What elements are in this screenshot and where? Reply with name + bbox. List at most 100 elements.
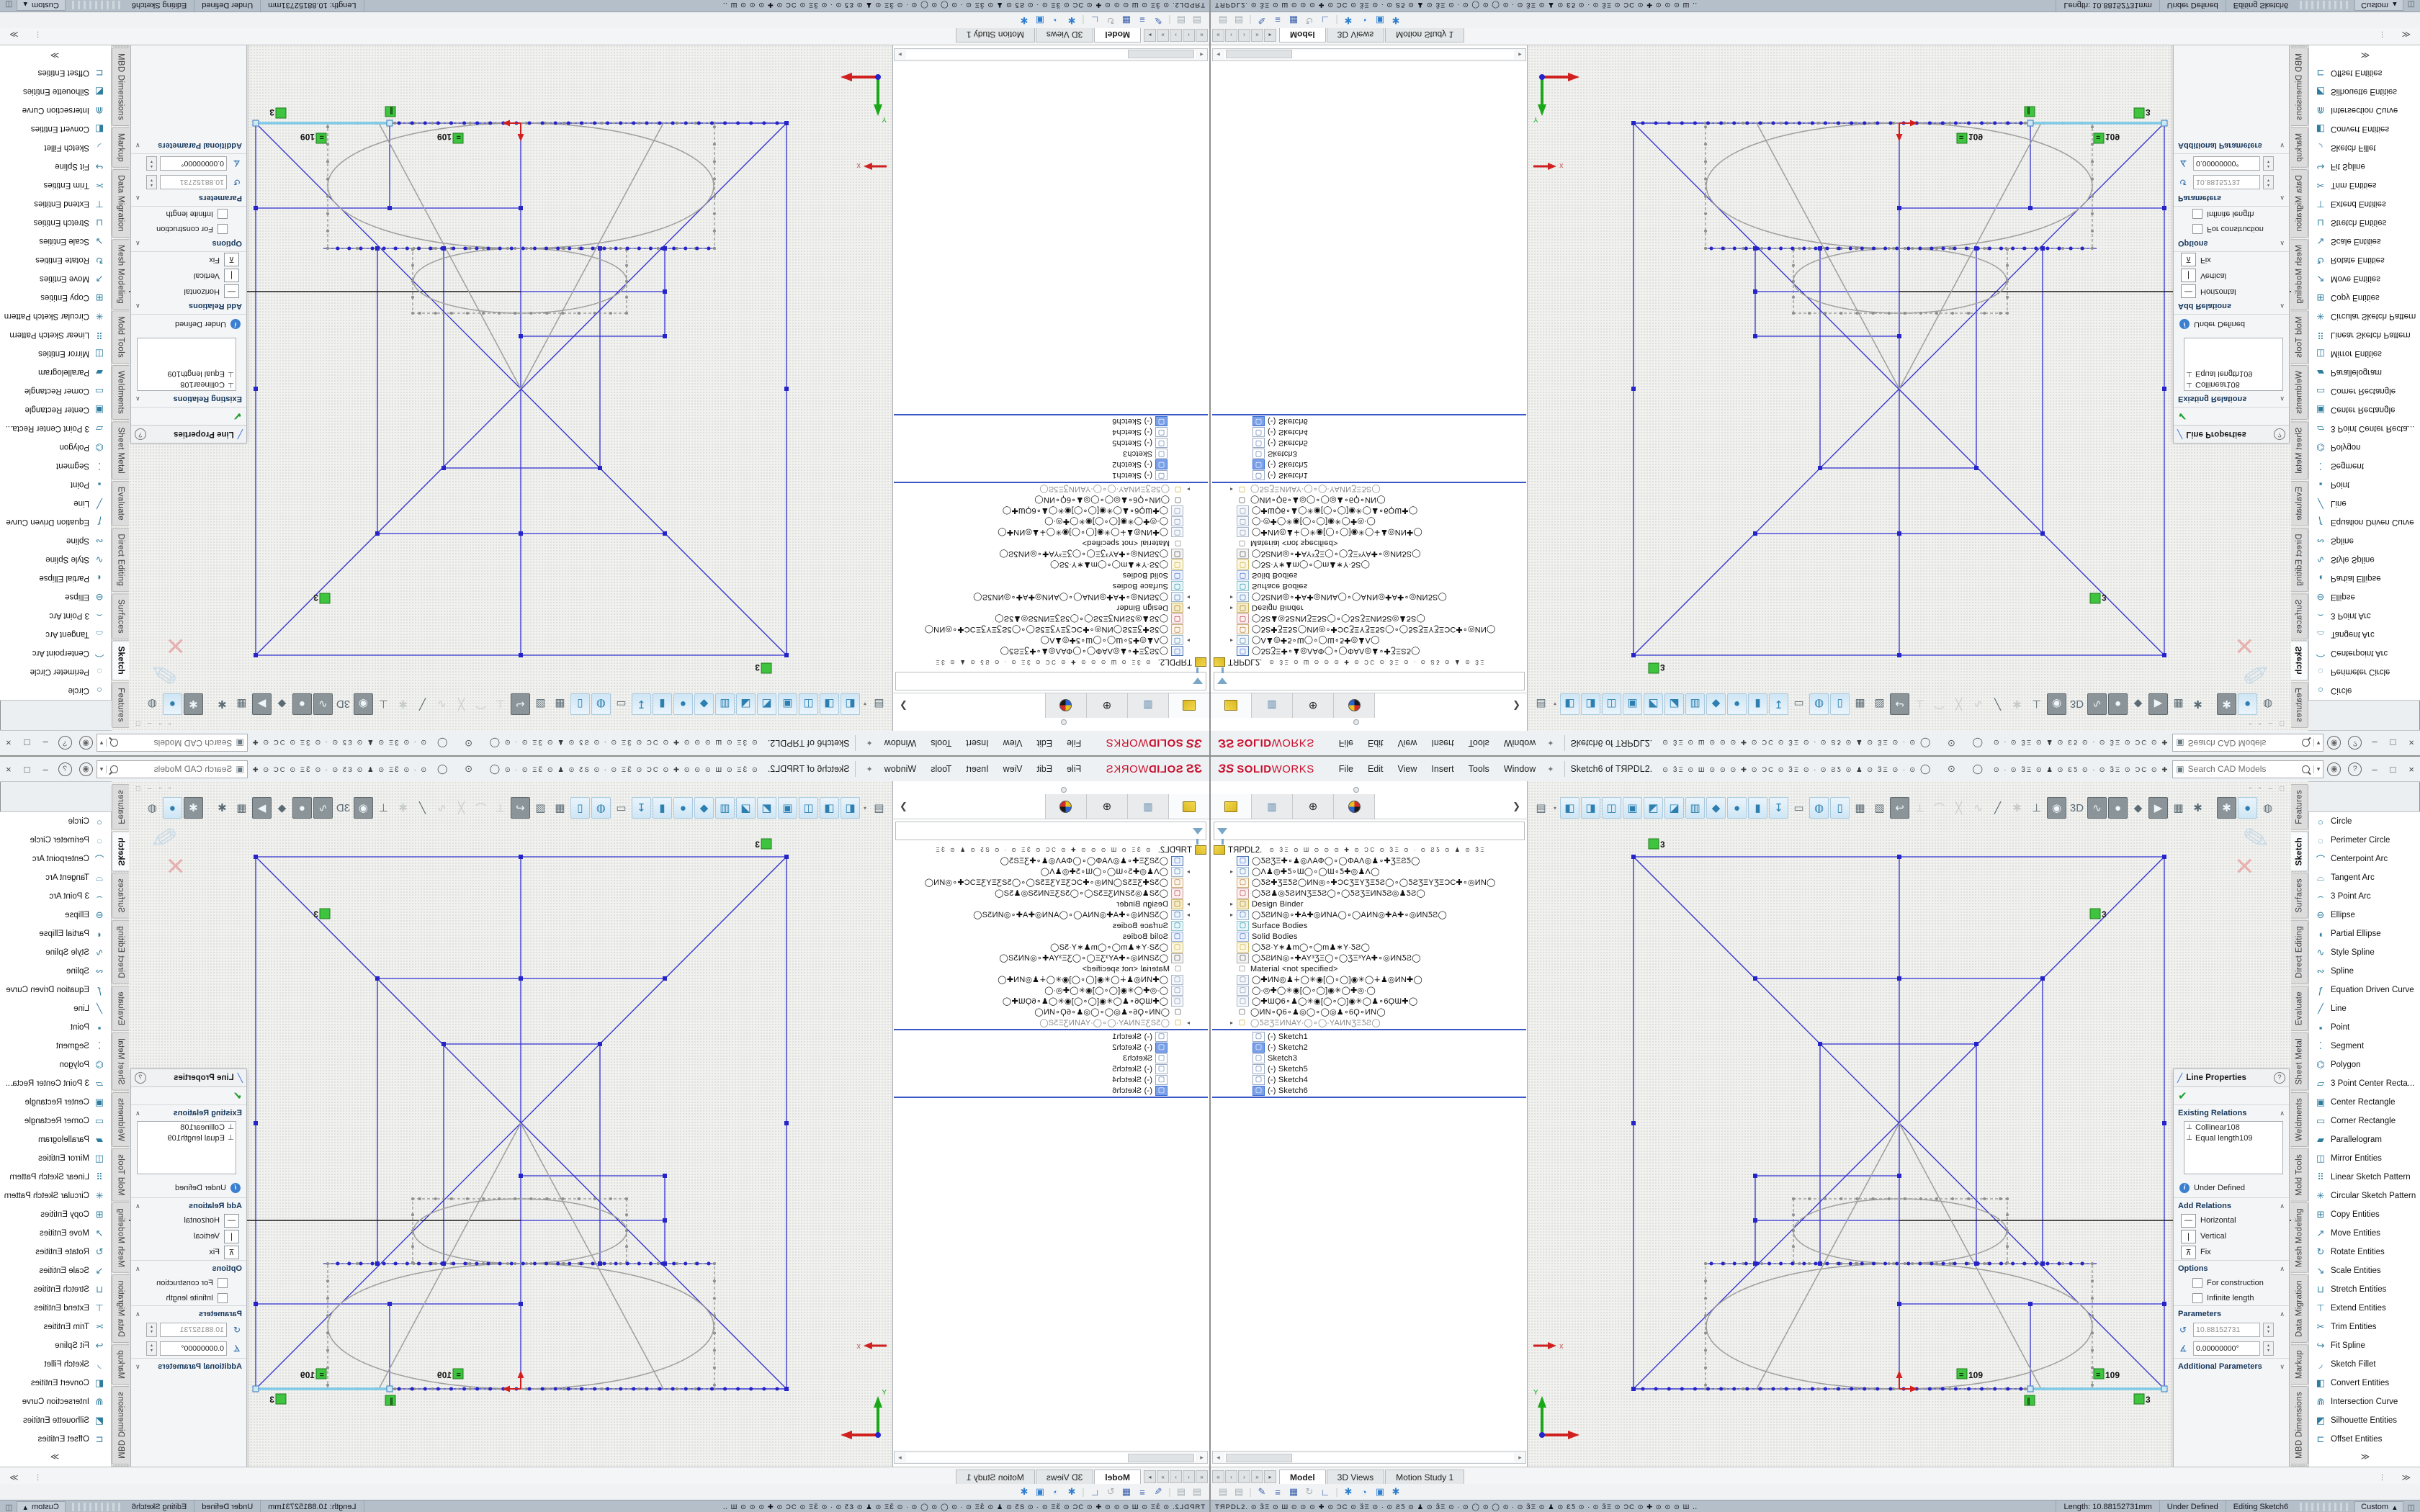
sketch-tool[interactable]: ○ Circle [0, 812, 111, 831]
tree-row-sketch[interactable]: ▢ (-) Sketch5 [892, 438, 1209, 449]
sketch-tool[interactable]: ⁚ Segment [0, 1037, 111, 1056]
menu-item[interactable]: File [1332, 764, 1361, 774]
tree-row[interactable]: ▸ ▢ ◯Λ♟◎✚Ƽ∘Ɯ◯∘◯Ɯ∘Ƽ✚◎♟Λ◯ [1211, 635, 1528, 646]
toolbar-icon[interactable]: ∿ [1969, 798, 1987, 818]
search-box[interactable]: ▣ Search CAD Models ▾ [97, 760, 248, 778]
toolbar-icon[interactable]: ∙ [2208, 798, 2215, 818]
display-toolbar-icon[interactable]: ◔ [1356, 1487, 1372, 1498]
toolbar-icon[interactable]: ╳ [1950, 798, 1968, 818]
tree-scrollbar[interactable]: ◂ ▸ [894, 48, 1208, 61]
toolbar-icon[interactable]: ▭ [1790, 694, 1808, 714]
tree-row[interactable]: ▸ ▢ ◯ƼƧИΝ◎∘✚Α✚◎ИΝΑ◯∘◯ΑИΝ◎✚Α✚∘◎ИΝƼƧ◯ [892, 592, 1209, 603]
toolbar-icon[interactable]: ▦ [233, 798, 251, 818]
scroll-left-icon[interactable]: ◂ [1213, 1454, 1224, 1462]
sketch-tool[interactable]: ⌢ 3 Point Arc [2309, 887, 2420, 906]
panel-splitter-handle[interactable] [1061, 719, 1067, 725]
toolbar-icon[interactable]: ● [673, 797, 693, 819]
expander-icon[interactable]: ▸ [1227, 605, 1237, 611]
relation-item[interactable]: ⊥ Equal length109 [2184, 369, 2282, 379]
minimize-button[interactable]: – [36, 738, 54, 749]
display-toolbar-icon[interactable]: ▤ [1215, 14, 1231, 26]
toolbar-icon[interactable]: ● [2108, 797, 2128, 819]
sketch-tool[interactable]: ⋒ Intersection Curve [2309, 1392, 2420, 1411]
option-row[interactable]: For construction [2174, 1275, 2289, 1290]
sketch-tool[interactable]: ▰ Parallelogram [0, 1130, 111, 1149]
line-endpoint-handle[interactable] [253, 1386, 259, 1392]
checkbox[interactable] [2192, 1293, 2202, 1303]
toolbar-icon[interactable]: ▦ [1851, 798, 1869, 818]
toolbar-icon[interactable]: ▤ [1532, 694, 1550, 714]
sketch-tool[interactable]: ⋒ Intersection Curve [2309, 101, 2420, 120]
side-tab[interactable]: Sketch [112, 832, 129, 872]
relation-item[interactable]: ⊥ Equal length109 [138, 369, 236, 379]
toolbar-icon[interactable]: ● [163, 797, 182, 819]
display-toolbar-icon[interactable]: ▤ [1173, 1486, 1189, 1498]
expander-icon[interactable]: ▸ [1227, 486, 1237, 492]
toolbar-icon[interactable]: ◍ [1809, 797, 1829, 819]
tab-configurationmanager[interactable]: ⊕ [1293, 693, 1334, 718]
display-toolbar-icon[interactable]: ◔ [1356, 15, 1372, 26]
relation-item[interactable]: ⊥ Equal length109 [138, 1133, 236, 1143]
expander-icon[interactable]: ▸ [1183, 1020, 1193, 1026]
close-button[interactable]: × [0, 738, 18, 749]
sketch-tool[interactable]: ✂ Trim Entities [2309, 176, 2420, 194]
tree-row-sketch[interactable]: ▢ (-) Sketch6 [1211, 1085, 1528, 1096]
tree-row[interactable]: ▢ ◯✚ИΝ◎♟∔◯✳◉[◯∘◯]◉✳◯∔♟◎ИΝ✚◯ [1211, 974, 1528, 985]
toolbar-icon[interactable]: ▾ [861, 798, 869, 818]
tree-row[interactable]: ▢ ◯ИΝ∘Ϙ6∘♟◎◯∘◯◎♟∘6Ϙ∘ИΝ◯ [1211, 1007, 1528, 1017]
tab-featuremanager[interactable] [1211, 794, 1252, 819]
sketch-tool[interactable]: ↻ Rotate Entities [0, 251, 111, 269]
tab-featuremanager[interactable] [1211, 693, 1252, 718]
sketch-tool[interactable]: ▰ Parallelogram [2309, 1130, 2420, 1149]
pin-icon[interactable]: ✦ [866, 765, 873, 774]
toolbar-icon[interactable]: ◉ [2047, 797, 2066, 819]
tree-row[interactable]: ▢ Material <not specified> [892, 538, 1209, 549]
tab-nav-button[interactable]: ▸ [1144, 1470, 1156, 1483]
display-toolbar-icon[interactable]: ↻ [1103, 1486, 1119, 1498]
tree-row[interactable]: ▢ ◯ƼƧƷΞ✚∘♟◎ΛΑΦ◯∘◯ΦΑΛ◎♟∘✚ƷΞƧƼ◯ [1211, 855, 1528, 866]
relation-button[interactable]: ❘ Vertical [2174, 268, 2289, 284]
sketch-tool[interactable]: ⌓ Tangent Arc [2309, 625, 2420, 644]
sketch-tool[interactable]: ⁚ Segment [0, 456, 111, 475]
expand-panel-arrow[interactable]: ❯ [892, 693, 908, 718]
cancel-sketch-icon[interactable]: ✕ [2234, 631, 2255, 660]
toolbar-icon[interactable]: ◧ [1560, 693, 1579, 715]
toolbar-icon[interactable]: ▾ [1551, 694, 1559, 714]
sketch-tool[interactable]: ⋒ Intersection Curve [0, 101, 111, 120]
toolbar-icon[interactable]: ◨ [1581, 797, 1600, 819]
sketch-tool[interactable]: ✳ Circular Sketch Pattern [0, 1187, 111, 1205]
sketch-tool[interactable]: ∾ Spline [2309, 531, 2420, 550]
sketch-tool[interactable]: ⊖ Ellipse [0, 906, 111, 924]
sketch-tool[interactable]: ▱ 3 Point Center Recta... [2309, 419, 2420, 438]
restore-button[interactable]: □ [2384, 738, 2403, 749]
menu-item[interactable]: View [996, 738, 1030, 748]
side-tab[interactable]: Mold Tools [112, 311, 129, 364]
side-tab[interactable]: Weldments [112, 1092, 129, 1147]
checkbox[interactable] [218, 210, 228, 220]
toolbar-icon[interactable]: ∿ [1969, 694, 1987, 714]
length-value-field[interactable]: 10.88152731 [2193, 175, 2260, 189]
search-box[interactable]: ▣ Search CAD Models ▾ [2172, 760, 2323, 778]
sketch-tool[interactable]: ◞ Sketch Fillet [0, 1355, 111, 1374]
relation-button[interactable]: — Horizontal [2174, 284, 2289, 300]
search-box[interactable]: ▣ Search CAD Models ▾ [2172, 734, 2323, 752]
tree-row[interactable]: ▸ ▢ ◯ƼƧИΝ◎∘✚Α✚◎ИΝΑ◯∘◯ΑИΝ◎✚Α✚∘◎ИΝƼƧ◯ [1211, 592, 1528, 603]
sketch-tool[interactable]: ↻ Rotate Entities [2309, 1243, 2420, 1261]
document-tab[interactable]: Model [1279, 27, 1326, 42]
toolbar-icon[interactable]: ↧ [632, 797, 651, 819]
toolbar-icon[interactable]: 3D [334, 694, 352, 714]
tree-row-sketch[interactable]: ▢ Sketch3 [892, 449, 1209, 459]
display-toolbar-icon[interactable]: ▣ [1032, 14, 1048, 26]
toolbar-icon[interactable]: ▣ [1623, 797, 1642, 819]
side-tab[interactable]: Direct Editing [2291, 528, 2308, 592]
sketch-tool[interactable]: ⁚ Segment [2309, 456, 2420, 475]
checkbox[interactable] [218, 1278, 228, 1288]
sketch-tool[interactable]: ⌒ Centerpoint Arc [0, 644, 111, 662]
expander-icon[interactable]: ▸ [1183, 637, 1193, 644]
checkbox[interactable] [218, 1293, 228, 1303]
side-tab[interactable]: Markup [112, 1344, 129, 1385]
toolbar-icon[interactable]: ▭ [612, 798, 630, 818]
length-value-field[interactable]: 10.88152731 [160, 175, 227, 189]
restore-button[interactable]: □ [18, 764, 37, 775]
angle-value-field[interactable]: 0.00000000° [2193, 1341, 2260, 1356]
